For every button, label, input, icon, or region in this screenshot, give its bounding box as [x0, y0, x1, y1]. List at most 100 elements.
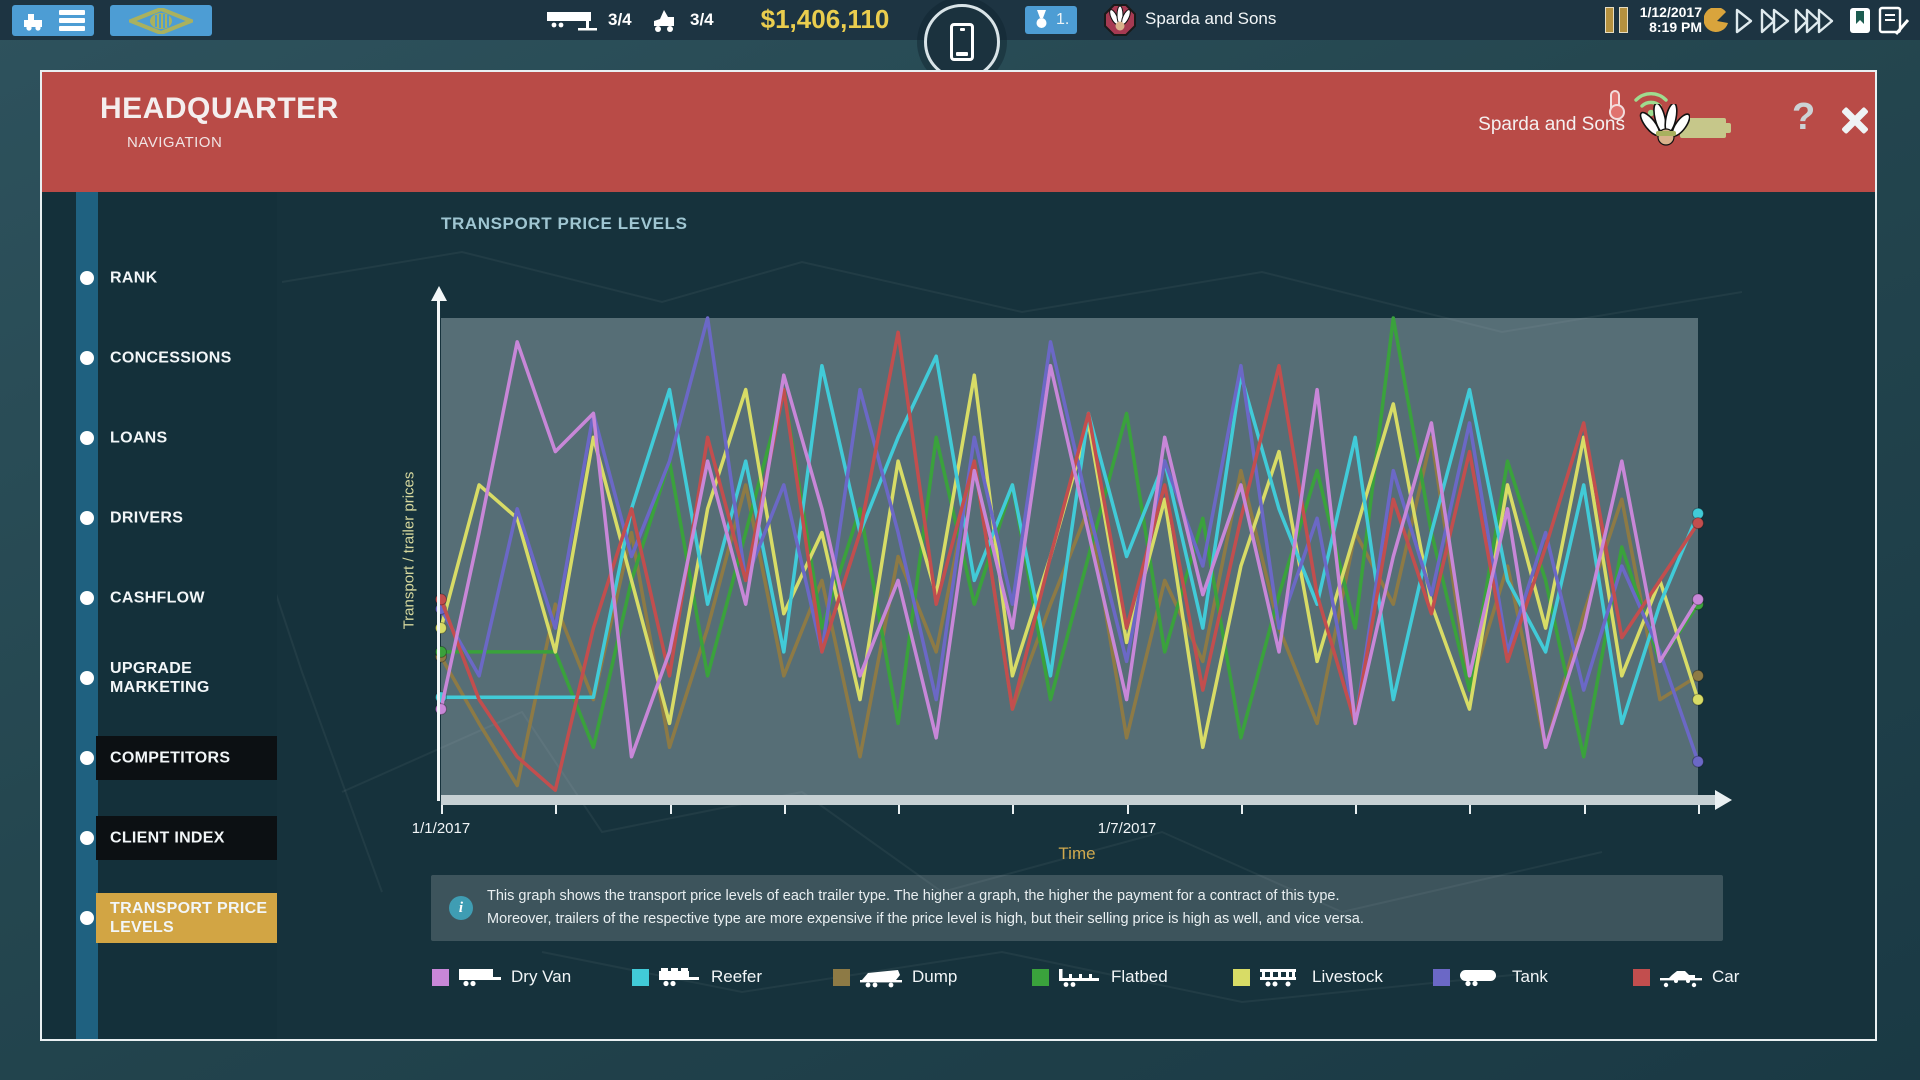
- company-name: Sparda and Sons: [1145, 9, 1276, 29]
- legend-swatch: [1032, 969, 1049, 986]
- bullet-dot-icon: [80, 911, 94, 925]
- game-datetime: 1/12/2017 8:19 PM: [1600, 5, 1702, 35]
- thermometer-icon: [1610, 90, 1620, 116]
- x-axis-tick: [1012, 805, 1014, 814]
- legend-item-tank: Tank: [1433, 964, 1548, 990]
- dry-van-trailer-icon: [457, 966, 503, 988]
- fleet-menu-button[interactable]: [12, 5, 94, 36]
- sidebar-item-label: TRANSPORT PRICE LEVELS: [110, 899, 270, 937]
- x-axis-tick: [898, 805, 900, 814]
- price-lines-svg: [441, 318, 1698, 795]
- sidebar-item-label: CONCESSIONS: [110, 349, 270, 368]
- info-icon: i: [449, 896, 473, 920]
- sidebar-item-competitors[interactable]: COMPETITORS: [42, 733, 277, 783]
- legend-item-car: Car: [1633, 964, 1739, 990]
- hamburger-icon: [59, 7, 85, 34]
- fastest-forward-icon[interactable]: [1794, 8, 1836, 34]
- sidebar-item-label: CASHFLOW: [110, 589, 270, 608]
- notes-icon[interactable]: [1878, 6, 1910, 36]
- panel-title: HEADQUARTER: [100, 92, 339, 126]
- x-tick-label-mid: 1/7/2017: [1067, 820, 1187, 837]
- rank-value: 1.: [1056, 11, 1069, 29]
- panel-subtitle: NAVIGATION: [127, 134, 222, 151]
- sidebar-item-label: DRIVERS: [110, 509, 270, 528]
- sidebar-item-upgrade-marketing[interactable]: UPGRADE MARKETING: [42, 653, 277, 703]
- y-axis-label: Transport / trailer prices: [401, 436, 418, 666]
- bullet-dot-icon: [80, 591, 94, 605]
- game-screen: 3/4 3/4 $1,406,110 1. Sparda and Sons: [0, 0, 1920, 1080]
- sidebar-item-label: RANK: [110, 269, 270, 288]
- series-endpoint-dot: [1693, 756, 1704, 767]
- series-endpoint-dot: [1693, 694, 1704, 705]
- x-axis-tick: [555, 805, 557, 814]
- legend-swatch: [1433, 969, 1450, 986]
- sidebar-item-transport-price-levels[interactable]: TRANSPORT PRICE LEVELS: [42, 893, 277, 943]
- header-company-logo-icon: [1638, 104, 1690, 150]
- legend-label: Car: [1712, 967, 1739, 987]
- phone-button[interactable]: [924, 4, 1000, 80]
- x-axis-tick: [1698, 805, 1700, 814]
- info-line-1: This graph shows the transport price lev…: [487, 885, 1364, 908]
- legend-item-reefer: Reefer: [632, 964, 762, 990]
- legend-swatch: [1633, 969, 1650, 986]
- x-axis-tick: [670, 805, 672, 814]
- rank-badge[interactable]: 1.: [1025, 6, 1077, 34]
- headquarter-panel: HEADQUARTER NAVIGATION Sparda and Sons: [40, 70, 1877, 1041]
- chart-title: TRANSPORT PRICE LEVELS: [441, 214, 688, 234]
- bullet-dot-icon: [80, 271, 94, 285]
- x-axis-tick: [784, 805, 786, 814]
- legend-swatch: [833, 969, 850, 986]
- help-button[interactable]: ?: [1792, 96, 1815, 139]
- bullet-dot-icon: [80, 351, 94, 365]
- bullet-dot-icon: [80, 431, 94, 445]
- trailer-count: 3/4: [608, 10, 632, 30]
- series-endpoint-dot: [1693, 670, 1704, 681]
- x-axis-tick: [1469, 805, 1471, 814]
- legend-item-flatbed: Flatbed: [1032, 964, 1168, 990]
- bullet-dot-icon: [80, 511, 94, 525]
- bookmark-icon[interactable]: [1849, 7, 1871, 34]
- company-menu-button[interactable]: [110, 5, 212, 36]
- price-chart-plot: [441, 318, 1698, 795]
- clock-icon: [1704, 8, 1730, 34]
- series-endpoint-dot: [1693, 518, 1704, 529]
- series-endpoint-dot: [1693, 594, 1704, 605]
- x-axis-label: Time: [1017, 844, 1137, 864]
- trailer-icon: [546, 9, 602, 33]
- legend-swatch: [632, 969, 649, 986]
- play-icon[interactable]: [1734, 8, 1754, 34]
- legend-swatch: [1233, 969, 1250, 986]
- header-company-name: Sparda and Sons: [1478, 114, 1625, 136]
- bullet-dot-icon: [80, 831, 94, 845]
- game-date: 1/12/2017: [1600, 5, 1702, 20]
- legend-label: Dry Van: [511, 967, 571, 987]
- navigation-sidebar: RANK CONCESSIONS LOANS DRIVERS CASHFLOW …: [42, 192, 277, 1039]
- company-logo-icon: [1104, 4, 1136, 36]
- x-axis-arrow: [1715, 790, 1732, 810]
- bullet-dot-icon: [80, 751, 94, 765]
- legend-item-livestock: Livestock: [1233, 964, 1383, 990]
- car-trailer-icon: [1658, 966, 1704, 988]
- info-box: i This graph shows the transport price l…: [431, 875, 1723, 941]
- sidebar-item-label: UPGRADE MARKETING: [110, 659, 270, 697]
- legend-label: Livestock: [1312, 967, 1383, 987]
- sidebar-item-drivers[interactable]: DRIVERS: [42, 493, 277, 543]
- sidebar-item-label: CLIENT INDEX: [110, 829, 270, 848]
- sidebar-item-client-index[interactable]: CLIENT INDEX: [42, 813, 277, 863]
- info-line-2: Moreover, trailers of the respective typ…: [487, 908, 1364, 931]
- sidebar-item-label: LOANS: [110, 429, 270, 448]
- sidebar-item-rank[interactable]: RANK: [42, 253, 277, 303]
- series-line-car: [441, 332, 1698, 790]
- sidebar-item-loans[interactable]: LOANS: [42, 413, 277, 463]
- legend-label: Dump: [912, 967, 957, 987]
- medal-icon: [1033, 10, 1050, 30]
- truck-icon: [652, 8, 684, 34]
- sidebar-item-cashflow[interactable]: CASHFLOW: [42, 573, 277, 623]
- fast-forward-icon[interactable]: [1760, 8, 1792, 34]
- x-axis-tick: [1241, 805, 1243, 814]
- sidebar-item-concessions[interactable]: CONCESSIONS: [42, 333, 277, 383]
- close-button[interactable]: [1837, 102, 1873, 138]
- legend-item-dump: Dump: [833, 964, 957, 990]
- x-axis-tick: [1584, 805, 1586, 814]
- phone-icon: [950, 23, 974, 61]
